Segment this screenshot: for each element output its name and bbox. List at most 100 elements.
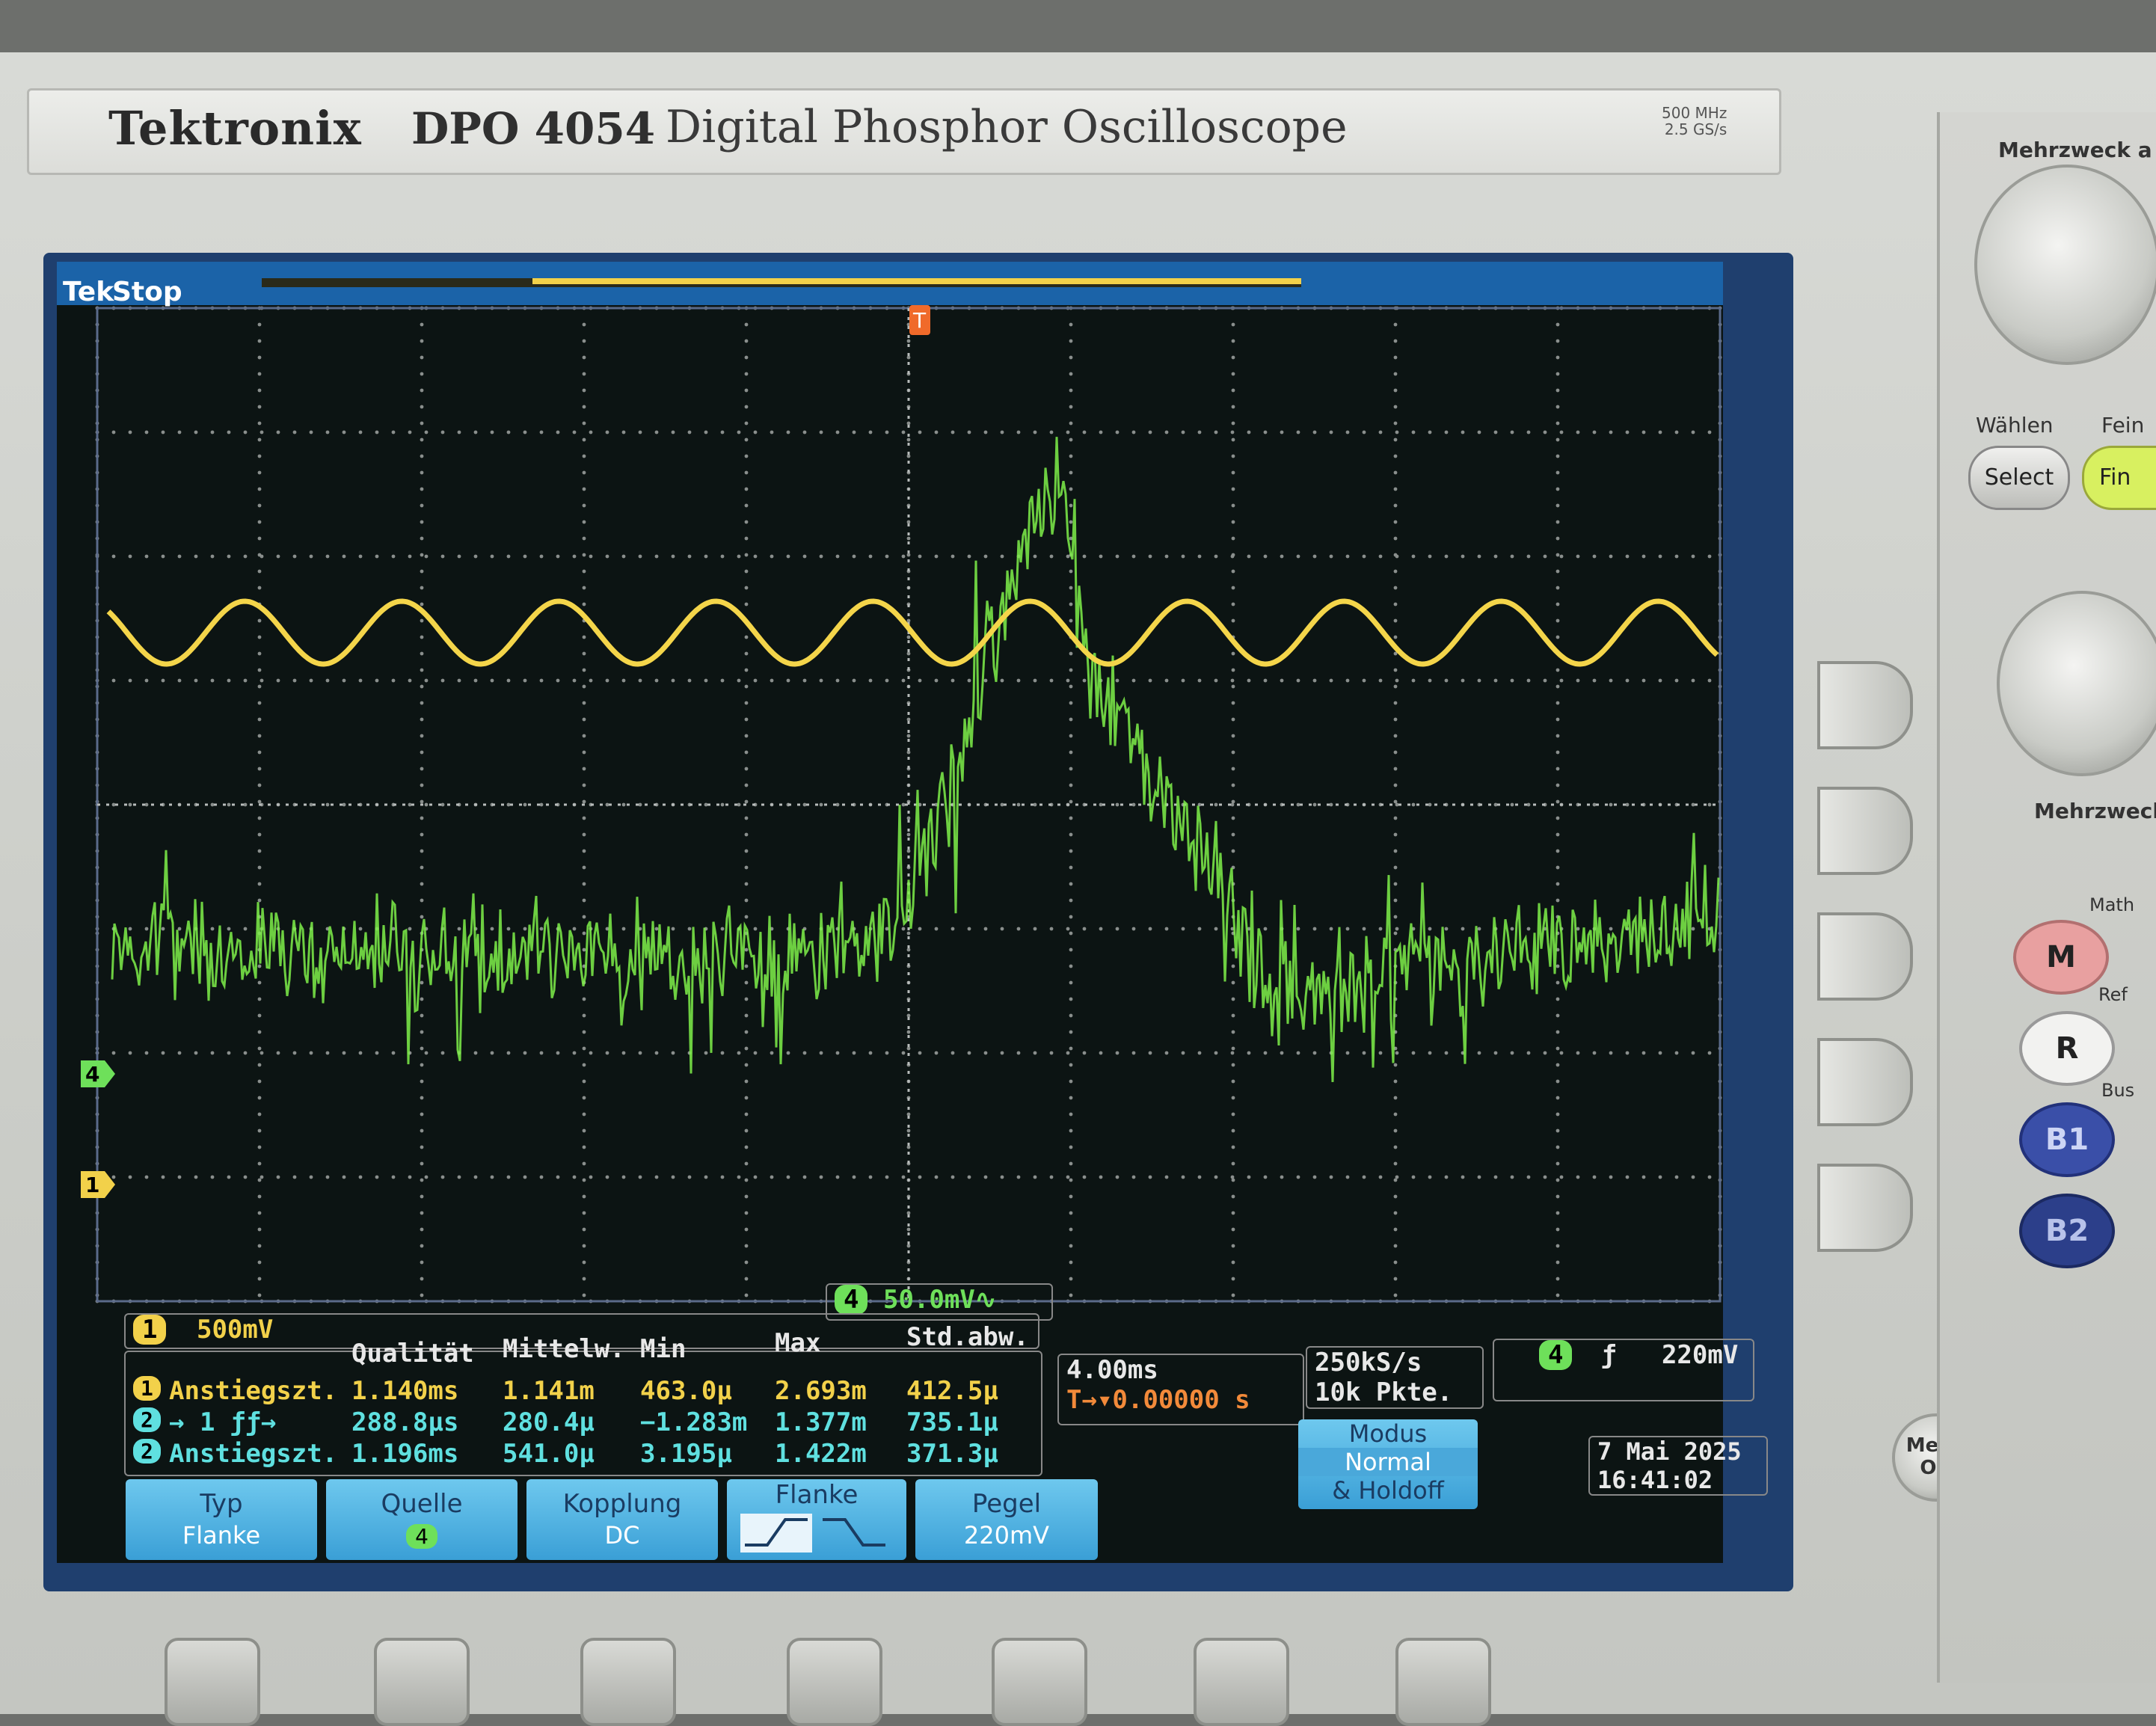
softkey-typ-value: Flanke bbox=[182, 1521, 261, 1550]
time-scale: 4.00ms bbox=[1066, 1355, 1158, 1385]
side-button-2[interactable] bbox=[1817, 787, 1913, 875]
ch4-waveform bbox=[111, 437, 1720, 1082]
softkey-quelle[interactable]: Quelle 4 bbox=[326, 1479, 517, 1560]
side-button-5[interactable] bbox=[1817, 1164, 1913, 1252]
meas-cell: 541.0µ bbox=[503, 1439, 595, 1469]
trigger-marker-label: T bbox=[912, 308, 927, 333]
softkey-typ[interactable]: Typ Flanke bbox=[126, 1479, 317, 1560]
ref-label: Ref bbox=[2098, 984, 2128, 1005]
bottom-button-7[interactable] bbox=[1395, 1638, 1491, 1726]
mode-extra: & Holdoff bbox=[1332, 1476, 1444, 1505]
meas-cell: 2.693m bbox=[775, 1376, 867, 1406]
ch1-ground-marker[interactable]: 1 bbox=[81, 1171, 115, 1198]
math-label: Math bbox=[2089, 894, 2135, 915]
horizontal-readout[interactable]: 4.00ms T→▾0.00000 s bbox=[1057, 1354, 1304, 1425]
trigger-level: 220mV bbox=[1661, 1340, 1739, 1370]
side-button-3[interactable] bbox=[1817, 912, 1913, 1001]
softkey-typ-label: Typ bbox=[200, 1489, 243, 1519]
multipurpose-knob-b[interactable] bbox=[1997, 591, 2156, 776]
meas-header-mean: Mittelw. bbox=[503, 1334, 625, 1364]
fein-label: Fein bbox=[2101, 413, 2145, 437]
meas-header-stddev: Std.abw. bbox=[906, 1322, 1029, 1352]
trigger-source: 4 bbox=[1539, 1340, 1573, 1370]
date: 7 Mai 2025 bbox=[1597, 1437, 1742, 1466]
waehlen-label: Wählen bbox=[1976, 413, 2054, 437]
meas-cell: 463.0µ bbox=[640, 1376, 732, 1406]
multipurpose-knob-a[interactable] bbox=[1974, 165, 2156, 365]
side-button-1[interactable] bbox=[1817, 661, 1913, 749]
graticule bbox=[95, 306, 1722, 1303]
slope-selector bbox=[740, 1514, 885, 1553]
record-length: 10k Pkte. bbox=[1315, 1378, 1453, 1407]
softkey-quelle-value: 4 bbox=[406, 1524, 437, 1549]
meas-cell: 1.196ms bbox=[351, 1439, 459, 1469]
meas-cell: 1.377m bbox=[775, 1407, 867, 1437]
softkey-pegel-label: Pegel bbox=[971, 1489, 1042, 1519]
ref-button[interactable]: R bbox=[2019, 1011, 2115, 1086]
fine-button[interactable]: Fin bbox=[2082, 446, 2156, 510]
knob-a-label: Mehrzweck a bbox=[1998, 138, 2152, 162]
ch4-ground-marker[interactable]: 4 bbox=[81, 1060, 115, 1087]
meas-cell: 1.141m bbox=[503, 1376, 595, 1406]
meas-cell: 412.5µ bbox=[906, 1376, 998, 1406]
meas-row-channel-badge: 2 bbox=[133, 1439, 161, 1464]
meas-cell: 371.3µ bbox=[906, 1439, 998, 1469]
trigger-position-marker: T bbox=[909, 305, 930, 335]
softkey-flanke-label: Flanke bbox=[775, 1480, 859, 1510]
softkey-quelle-label: Quelle bbox=[381, 1489, 463, 1519]
bottom-button-4[interactable] bbox=[787, 1638, 882, 1726]
record-view-window bbox=[532, 278, 1301, 284]
bus-label: Bus bbox=[2101, 1080, 2135, 1101]
bottom-button-6[interactable] bbox=[1194, 1638, 1289, 1726]
trigger-readout[interactable]: 4 ƒ 220mV bbox=[1493, 1339, 1754, 1401]
meas-cell: 1.140ms bbox=[351, 1376, 459, 1406]
softkey-kopplung-value: DC bbox=[604, 1521, 640, 1550]
ch4-scale: 50.0mV bbox=[882, 1285, 975, 1315]
meas-cell: 3.195µ bbox=[640, 1439, 732, 1469]
meas-cell: −1.283m bbox=[640, 1407, 748, 1437]
ch1-badge: 1 bbox=[133, 1315, 167, 1345]
meas-header-min: Min bbox=[640, 1334, 687, 1364]
trigger-delay: 0.00000 s bbox=[1112, 1385, 1250, 1415]
ch4-marker-label: 4 bbox=[85, 1062, 99, 1087]
falling-slope-icon bbox=[823, 1518, 885, 1547]
mode-title: Modus bbox=[1348, 1419, 1428, 1448]
meas-cell: 735.1µ bbox=[906, 1407, 998, 1437]
bottom-button-2[interactable] bbox=[374, 1638, 470, 1726]
side-button-4[interactable] bbox=[1817, 1038, 1913, 1126]
bottom-button-1[interactable] bbox=[165, 1638, 260, 1726]
acquisition-readout[interactable]: 250kS/s 10k Pkte. bbox=[1306, 1346, 1484, 1409]
meas-row-label: → 1 ƒƒ→ bbox=[169, 1407, 277, 1437]
trigger-delay-icon: T→▾ bbox=[1066, 1385, 1113, 1415]
ch1-scale: 500mV bbox=[196, 1315, 274, 1345]
meas-row-label: Anstiegszt. bbox=[169, 1376, 338, 1406]
meas-cell: 1.422m bbox=[775, 1439, 867, 1469]
math-button[interactable]: M bbox=[2013, 920, 2109, 995]
datetime-display: 7 Mai 2025 16:41:02 bbox=[1588, 1436, 1768, 1496]
ch4-badge: 4 bbox=[835, 1285, 868, 1315]
knob-b-label: Mehrzweck bbox=[2034, 799, 2156, 823]
time: 16:41:02 bbox=[1597, 1466, 1713, 1494]
softkey-kopplung[interactable]: Kopplung DC bbox=[526, 1479, 718, 1560]
bus-b2-button[interactable]: B2 bbox=[2019, 1194, 2115, 1268]
meas-row-label: Anstiegszt. bbox=[169, 1439, 338, 1469]
softkey-flanke[interactable]: Flanke bbox=[727, 1479, 906, 1560]
meas-row-channel-badge: 1 bbox=[133, 1376, 161, 1401]
meas-header-max: Max bbox=[775, 1328, 821, 1358]
meas-cell: 288.8µs bbox=[351, 1407, 459, 1437]
trigger-slope-icon: ƒ bbox=[1600, 1340, 1617, 1370]
bottom-button-5[interactable] bbox=[992, 1638, 1087, 1726]
sample-rate: 250kS/s bbox=[1315, 1348, 1422, 1378]
ch4-bw-symbol: ∿ bbox=[974, 1285, 997, 1315]
softkey-pegel[interactable]: Pegel 220mV bbox=[915, 1479, 1098, 1560]
softkey-pegel-value: 220mV bbox=[963, 1521, 1050, 1550]
ch1-waveform bbox=[106, 598, 1719, 667]
bottom-button-3[interactable] bbox=[580, 1638, 676, 1726]
bus-b1-button[interactable]: B1 bbox=[2019, 1102, 2115, 1177]
meas-header-quality: Qualität bbox=[351, 1339, 474, 1369]
meas-cell: 280.4µ bbox=[503, 1407, 595, 1437]
ch1-marker-label: 1 bbox=[85, 1173, 99, 1197]
mode-value: Normal bbox=[1298, 1448, 1478, 1476]
trigger-mode-button[interactable]: Modus Normal & Holdoff bbox=[1298, 1419, 1478, 1509]
select-button[interactable]: Select bbox=[1968, 446, 2070, 510]
